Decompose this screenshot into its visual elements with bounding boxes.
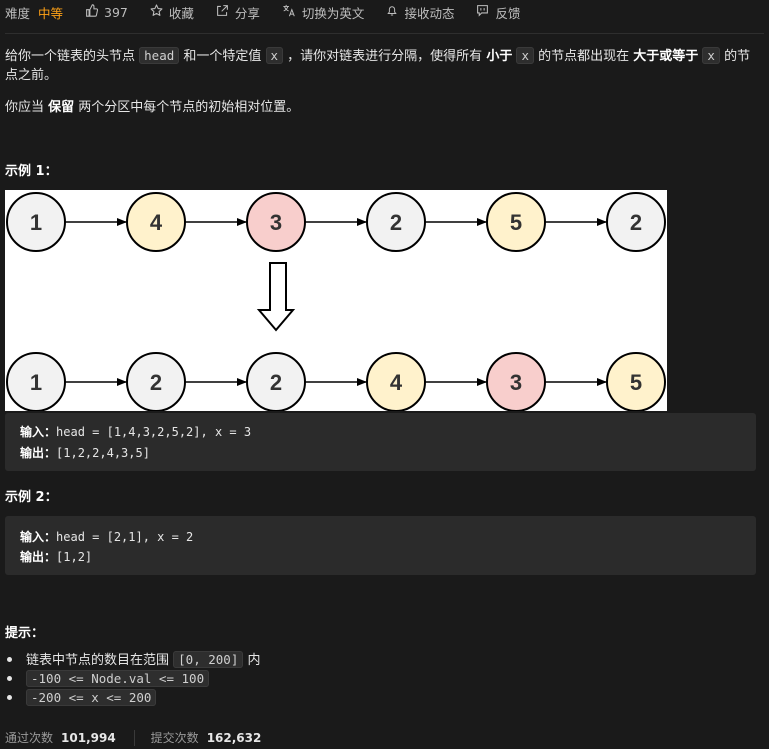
feedback-label: 反馈 — [495, 5, 521, 21]
feedback-button[interactable]: 反馈 — [476, 3, 520, 22]
inline-code: x — [516, 47, 534, 64]
emphasis: 保留 — [48, 100, 75, 115]
bottom-node-label-2: 2 — [270, 370, 282, 395]
desc-text: 的节点都出现在 — [534, 49, 634, 64]
original-list: 1 4 3 2 5 2 — [6, 192, 666, 252]
divider — [5, 33, 764, 34]
like-count: 397 — [104, 4, 128, 20]
bottom-node-label-1: 2 — [150, 370, 162, 395]
emphasis: 大于或等于 — [633, 49, 699, 64]
example-2-output: 输出：[1,2] — [20, 548, 92, 565]
input-value: head = [2,1], x = 2 — [56, 530, 194, 544]
emphasis: 小于 — [486, 49, 513, 64]
example-1-output: 输出：[1,2,2,4,3,5] — [20, 444, 150, 461]
difficulty-label: 难度 — [5, 5, 31, 21]
example-2-title: 示例 2： — [5, 490, 58, 505]
submissions-value: 162,632 — [206, 730, 262, 745]
stats-divider — [133, 729, 135, 746]
output-value: [1,2,2,4,3,5] — [56, 446, 150, 460]
linked-list-diagram: 1 4 3 2 5 2 1 2 2 4 3 5 — [6, 192, 666, 412]
inline-code: -100 <= Node.val <= 100 — [26, 670, 210, 687]
submission-stats: 通过次数 101,994 提交次数 162,632 — [5, 729, 261, 746]
example-1-title: 示例 1： — [5, 164, 58, 179]
desc-text: ，请你对链表进行分隔，使得所有 — [283, 49, 487, 64]
problem-description: 给你一个链表的头节点 head 和一个特定值 x ，请你对链表进行分隔，使得所有… — [5, 46, 760, 85]
input-label: 输入： — [20, 425, 57, 439]
example-2-input: 输入：head = [2,1], x = 2 — [20, 528, 193, 545]
output-label: 输出： — [20, 550, 57, 564]
list-item: -100 <= Node.val <= 100 — [7, 669, 261, 688]
bottom-node-label-4: 3 — [510, 370, 522, 395]
submissions-label: 提交次数 — [150, 731, 199, 745]
top-node-label-0: 1 — [30, 210, 42, 235]
favorite-button[interactable]: 收藏 — [150, 3, 194, 22]
desc-text: 和一个特定值 — [179, 49, 266, 64]
output-value: [1,2] — [56, 550, 93, 564]
input-label: 输入： — [20, 530, 57, 544]
inline-code: x — [702, 47, 720, 64]
translate-icon — [282, 4, 296, 21]
example-2-io: 输入：head = [2,1], x = 2 输出：[1,2] — [5, 516, 756, 575]
top-node-label-5: 2 — [630, 210, 642, 235]
difficulty-value: 中等 — [38, 5, 64, 21]
top-node-label-3: 2 — [390, 210, 402, 235]
partitioned-list: 1 2 2 4 3 5 — [6, 352, 666, 412]
list-item: 链表中节点的数目在范围 [0, 200] 内 — [7, 650, 261, 669]
translate-button[interactable]: 切换为英文 — [282, 3, 365, 22]
description-note: 你应当 保留 两个分区中每个节点的初始相对位置。 — [5, 96, 299, 115]
like-button[interactable]: 397 — [85, 3, 128, 21]
list-item: -200 <= x <= 200 — [7, 688, 261, 707]
bottom-node-label-5: 5 — [630, 370, 642, 395]
bottom-node-label-3: 4 — [390, 370, 403, 395]
share-icon — [216, 4, 229, 21]
accepted-label: 通过次数 — [5, 731, 54, 745]
desc-text: 你应当 — [5, 100, 49, 115]
bell-icon — [386, 4, 398, 21]
down-arrow — [256, 262, 296, 332]
bottom-node-label-0: 1 — [30, 370, 42, 395]
hint-text: 内 — [243, 653, 261, 668]
share-label: 分享 — [234, 5, 260, 21]
example-1-input: 输入：head = [1,4,3,2,5,2], x = 3 — [20, 423, 251, 440]
favorite-label: 收藏 — [168, 5, 194, 21]
output-label: 输出： — [20, 446, 57, 460]
top-node-label-2: 3 — [270, 210, 282, 235]
notifications-button[interactable]: 接收动态 — [386, 3, 454, 22]
translate-label: 切换为英文 — [301, 5, 365, 21]
example-1-io: 输入：head = [1,4,3,2,5,2], x = 3 输出：[1,2,2… — [5, 413, 756, 471]
inline-code: x — [265, 47, 284, 64]
hints-title: 提示： — [5, 626, 45, 641]
notifications-label: 接收动态 — [404, 5, 455, 21]
top-node-label-1: 4 — [150, 210, 163, 235]
accepted-value: 101,994 — [61, 730, 116, 745]
inline-code: -200 <= x <= 200 — [26, 689, 157, 706]
feedback-icon — [476, 4, 489, 21]
hint-text: 链表中节点的数目在范围 — [26, 653, 174, 668]
desc-text: 两个分区中每个节点的初始相对位置。 — [74, 100, 300, 115]
input-value: head = [1,4,3,2,5,2], x = 3 — [56, 425, 252, 439]
inline-code: [0, 200] — [173, 651, 244, 668]
example-1-diagram: 1 4 3 2 5 2 1 2 2 4 3 5 — [5, 190, 667, 412]
top-node-label-4: 5 — [510, 210, 522, 235]
desc-text: 给你一个链表的头节点 — [5, 49, 140, 64]
difficulty: 难度 中等 — [5, 3, 63, 22]
star-icon — [150, 3, 163, 21]
problem-toolbar: 难度 中等 397 收藏 分享 切换为英文 接收动态 反馈 — [0, 0, 769, 24]
share-button[interactable]: 分享 — [216, 3, 260, 22]
inline-code: head — [139, 47, 180, 64]
thumbs-up-icon — [85, 3, 99, 21]
hints-list: 链表中节点的数目在范围 [0, 200] 内 -100 <= Node.val … — [7, 650, 261, 707]
